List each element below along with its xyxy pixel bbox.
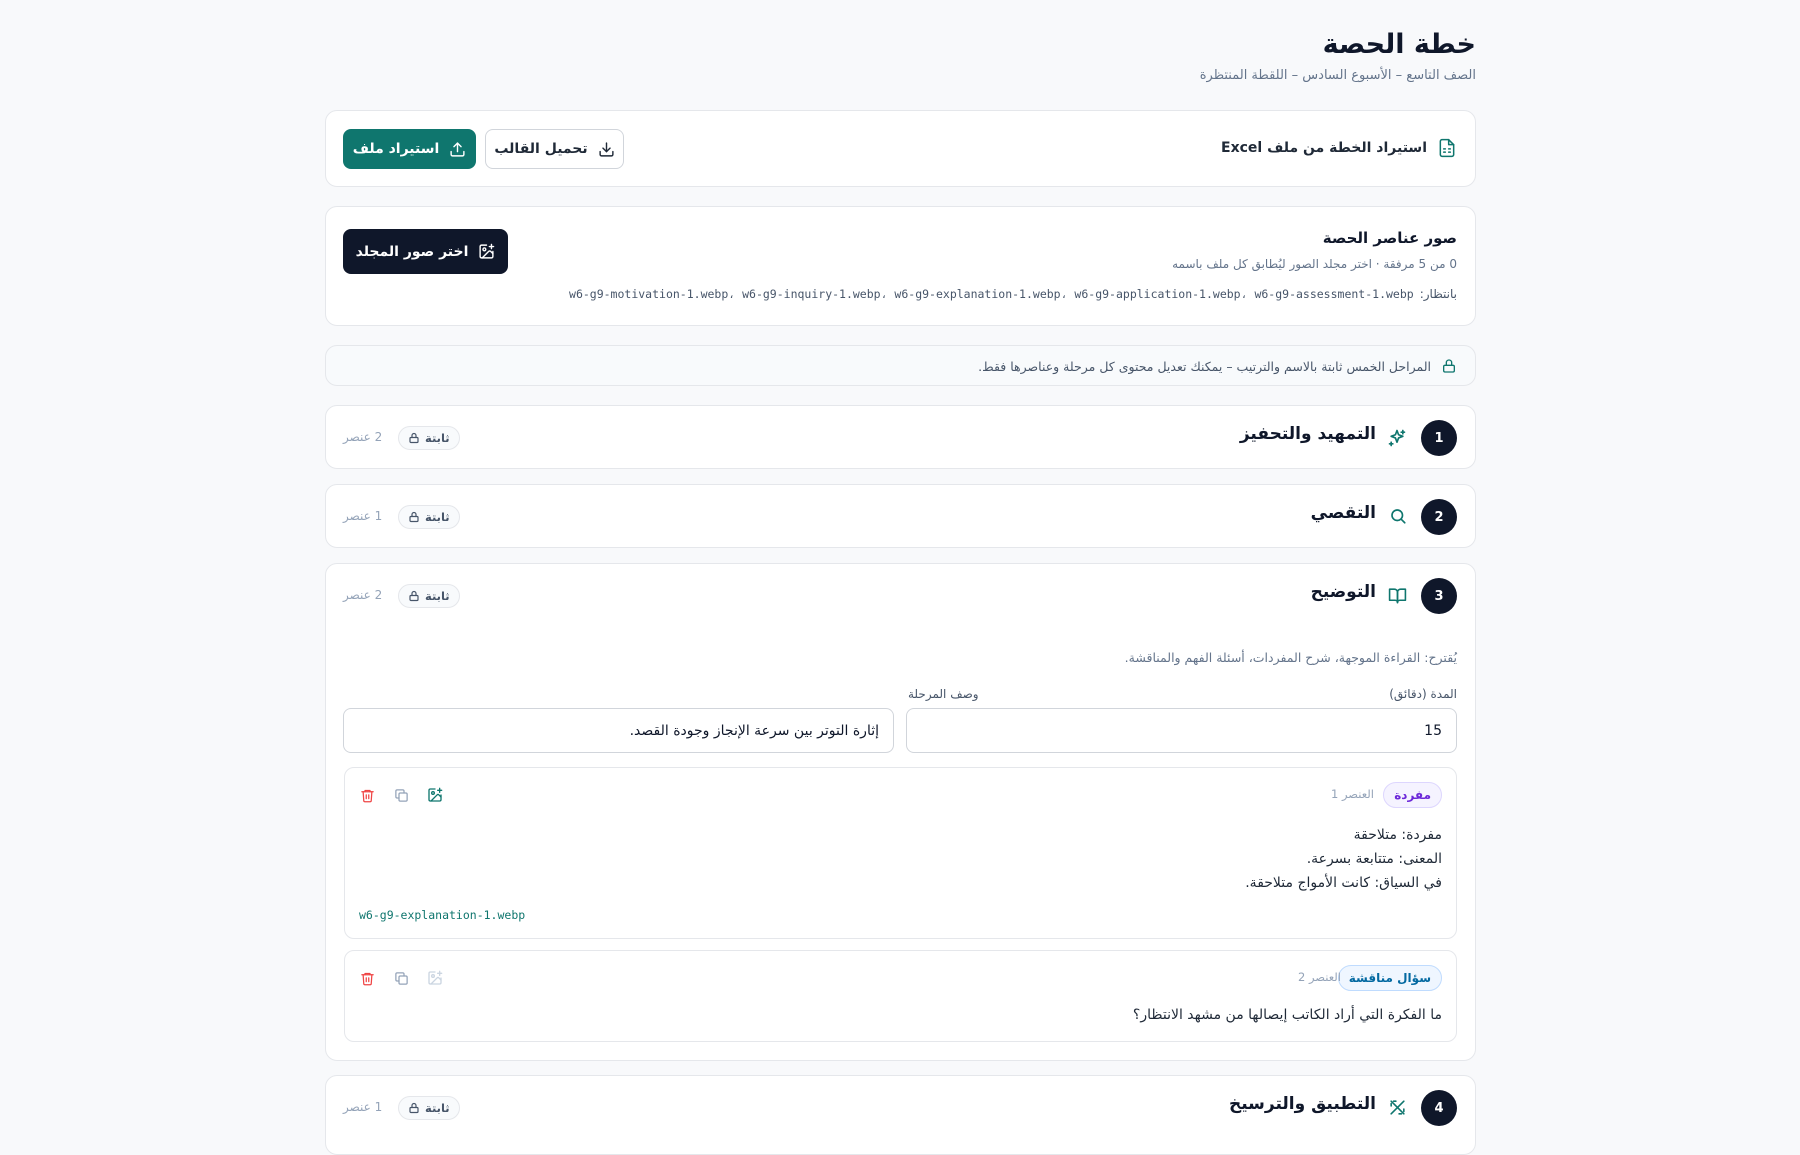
element-content[interactable]: مفردة: متلاحقة المعنى: متتابعة بسرعة. في… [1245, 823, 1442, 895]
spreadsheet-icon [1437, 138, 1457, 158]
import-file-button[interactable]: استيراد ملف [343, 129, 476, 169]
element-type-tag: مفردة [1383, 782, 1442, 808]
excel-import-text: استيراد الخطة من ملف Excel [1221, 140, 1427, 156]
element-line: في السياق: كانت الأمواج متلاحقة. [1245, 875, 1442, 891]
fixed-badge-label: ثابتة [425, 1101, 450, 1115]
stage-description-label: وصف المرحلة [908, 687, 979, 701]
add-image-icon[interactable] [427, 970, 443, 986]
notice-row: المراحل الخمس ثابتة بالاسم والترتيب – يم… [978, 358, 1457, 374]
stage-header[interactable]: 2 التقصي ثابتة 1 عنصر [326, 485, 1475, 548]
element-line: ما الفكرة التي أراد الكاتب إيصالها من مش… [1132, 1007, 1442, 1023]
duration-label: المدة (دقائق) [1389, 687, 1457, 701]
search-icon [1389, 507, 1407, 525]
stage-element-count: 1 عنصر [343, 1100, 383, 1114]
download-template-label: تحميل القالب [494, 141, 588, 157]
fixed-badge: ثابتة [398, 426, 460, 450]
stage-title: التوضيح [1310, 582, 1376, 602]
import-file-label: استيراد ملف [352, 141, 440, 157]
lock-icon [408, 432, 420, 444]
stage-header[interactable]: 4 التطبيق والترسيخ ثابتة 1 عنصر [326, 1076, 1475, 1139]
element-line: المعنى: متتابعة بسرعة. [1306, 851, 1442, 867]
choose-folder-button[interactable]: اختر صور المجلد [343, 229, 508, 274]
lesson-images-count: 0 من 5 مرفقة · اختر مجلد الصور ليُطابق ك… [1172, 257, 1457, 271]
element-content[interactable]: ما الفكرة التي أراد الكاتب إيصالها من مش… [1133, 1003, 1442, 1027]
stage-card-1: 1 التمهيد والتحفيز ثابتة 2 عنصر [325, 405, 1476, 469]
fixed-badge-label: ثابتة [425, 431, 450, 445]
page-subtitle: الصف التاسع – الأسبوع السادس – اللقطة ال… [1199, 68, 1476, 83]
download-template-button[interactable]: تحميل القالب [485, 129, 624, 169]
stage-number: 1 [1421, 420, 1457, 456]
element-index: العنصر 1 [1330, 787, 1374, 801]
stage-title: التمهيد والتحفيز [1239, 424, 1376, 444]
stage-element-count: 2 عنصر [343, 588, 383, 602]
sparkles-icon [1387, 428, 1407, 448]
element-actions [359, 787, 443, 803]
stage-card-4: 4 التطبيق والترسيخ ثابتة 1 عنصر [325, 1075, 1476, 1155]
stage-number: 3 [1421, 578, 1457, 614]
stage-element-card: سؤال مناقشة العنصر 2 ما الفكرة التي أراد… [344, 950, 1457, 1042]
copy-icon[interactable] [393, 787, 409, 803]
copy-icon[interactable] [393, 970, 409, 986]
page-header: خطة الحصة الصف التاسع – الأسبوع السادس –… [325, 26, 1476, 83]
lock-icon [408, 511, 420, 523]
lock-icon [408, 1102, 420, 1114]
trash-icon[interactable] [359, 787, 375, 803]
upload-icon [449, 141, 466, 158]
expected-files-list: w6-g9-motivation-1.webp، w6-g9-inquiry-1… [569, 287, 1414, 301]
fixed-stages-notice: المراحل الخمس ثابتة بالاسم والترتيب – يم… [325, 345, 1476, 386]
lesson-images-title: صور عناصر الحصة [1322, 229, 1457, 247]
stage-suggestion: يُقترح: القراءة الموجهة، شرح المفردات، أ… [1124, 650, 1457, 665]
lock-icon [1441, 358, 1457, 374]
trash-icon[interactable] [359, 970, 375, 986]
fixed-badge-label: ثابتة [425, 589, 450, 603]
puzzle-icon [1388, 1098, 1407, 1117]
stage-card-2: 2 التقصي ثابتة 1 عنصر [325, 484, 1476, 548]
fixed-badge: ثابتة [398, 505, 460, 529]
stage-card-3: 3 التوضيح ثابتة 2 عنصر يُقترح: القراءة ا… [325, 563, 1476, 1061]
stage-header[interactable]: 1 التمهيد والتحفيز ثابتة 2 عنصر [326, 406, 1475, 469]
fixed-badge-label: ثابتة [425, 510, 450, 524]
element-image-filename: w6-g9-explanation-1.webp [359, 908, 526, 922]
page-title: خطة الحصة [1322, 29, 1476, 60]
excel-import-card: استيراد الخطة من ملف Excel تحميل القالب … [325, 110, 1476, 187]
stage-element-card: مفردة العنصر 1 مفردة: متلاحقة المعنى: مت… [344, 767, 1457, 939]
element-index: العنصر 2 [1297, 970, 1341, 984]
stage-element-count: 1 عنصر [343, 509, 383, 523]
stage-description-input[interactable]: إثارة التوتر بين سرعة الإنجاز وجودة القص… [343, 708, 894, 753]
element-line: مفردة: متلاحقة [1353, 827, 1442, 843]
image-attached-icon[interactable] [427, 787, 443, 803]
stage-title: التقصي [1310, 503, 1376, 523]
stage-title: التطبيق والترسيخ [1228, 1094, 1376, 1114]
image-plus-icon [478, 243, 495, 260]
lock-icon [408, 590, 420, 602]
stage-number: 4 [1421, 1090, 1457, 1126]
lesson-images-card: صور عناصر الحصة 0 من 5 مرفقة · اختر مجلد… [325, 206, 1476, 326]
element-type-tag: سؤال مناقشة [1337, 965, 1442, 991]
book-open-icon [1388, 586, 1407, 605]
notice-text: المراحل الخمس ثابتة بالاسم والترتيب – يم… [978, 358, 1431, 374]
duration-input[interactable]: 15 [906, 708, 1457, 753]
stage-element-count: 2 عنصر [343, 430, 383, 444]
element-actions [359, 970, 443, 986]
stage-number: 2 [1421, 499, 1457, 535]
choose-folder-label: اختر صور المجلد [355, 243, 469, 260]
fixed-badge: ثابتة [398, 584, 460, 608]
expected-files-row: بانتظار: w6-g9-motivation-1.webp، w6-g9-… [569, 287, 1457, 301]
fixed-badge: ثابتة [398, 1096, 460, 1120]
stage-header[interactable]: 3 التوضيح ثابتة 2 عنصر [326, 564, 1475, 627]
download-icon [598, 141, 615, 158]
expected-files-label: بانتظار: [1419, 287, 1457, 301]
excel-import-label: استيراد الخطة من ملف Excel [1221, 138, 1457, 158]
